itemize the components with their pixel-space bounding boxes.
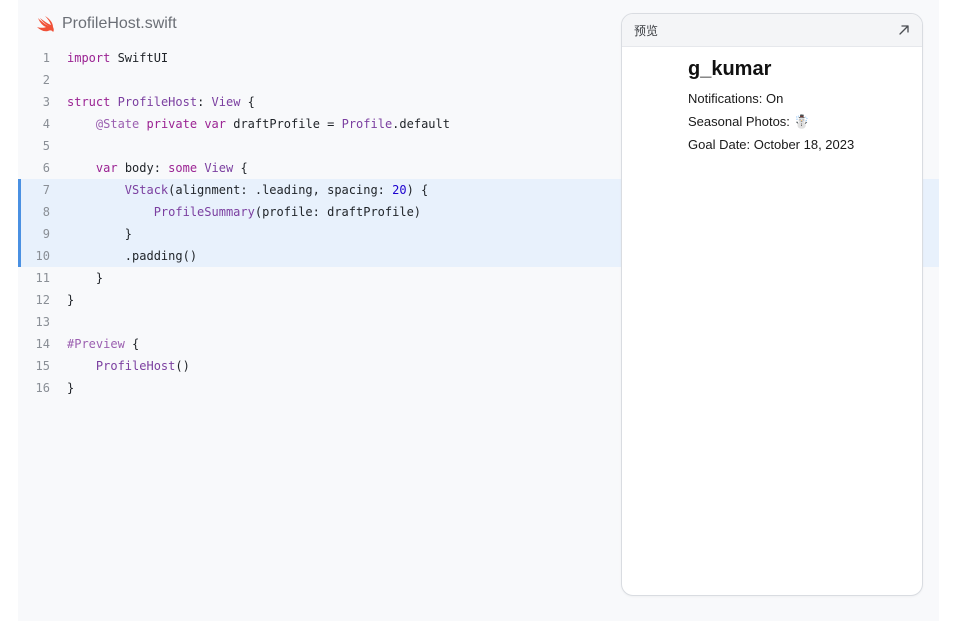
code-token: ) { xyxy=(406,183,429,197)
profile-seasonal-photos: Seasonal Photos: ☃️ xyxy=(688,114,810,129)
code-token: import xyxy=(67,51,111,65)
code-token: { xyxy=(240,95,255,109)
line-number: 6 xyxy=(42,161,50,175)
code-text[interactable]: var body: some View { xyxy=(67,157,248,179)
code-text[interactable]: ProfileSummary(profile: draftProfile) xyxy=(67,201,421,223)
code-token: () xyxy=(175,359,190,373)
code-token: SwiftUI xyxy=(110,51,169,65)
expand-arrow-icon[interactable] xyxy=(894,20,914,40)
line-number: 4 xyxy=(42,117,50,131)
code-token: body: xyxy=(117,161,169,175)
code-text[interactable]: } xyxy=(67,223,132,245)
code-token: #Preview xyxy=(67,337,125,351)
line-number: 11 xyxy=(35,271,50,285)
code-token: } xyxy=(67,293,75,307)
preview-panel: 预览 g_kumar Notifications: On Seasonal Ph… xyxy=(621,13,923,596)
code-token: 20 xyxy=(392,183,407,197)
line-number: 15 xyxy=(35,359,50,373)
line-number: 3 xyxy=(42,95,50,109)
file-header: ProfileHost.swift xyxy=(36,13,177,35)
code-text[interactable]: struct ProfileHost: View { xyxy=(67,91,255,113)
code-token: some xyxy=(168,161,198,175)
line-number: 1 xyxy=(42,51,50,65)
profile-summary: g_kumar Notifications: On Seasonal Photo… xyxy=(688,58,854,156)
code-token: private xyxy=(146,117,198,131)
line-number: 10 xyxy=(35,249,50,263)
profile-notifications: Notifications: On xyxy=(688,91,784,106)
code-token: View xyxy=(211,95,241,109)
code-text[interactable]: } xyxy=(67,289,74,311)
code-text[interactable]: #Preview { xyxy=(67,333,139,355)
code-token: (profile: draftProfile) xyxy=(254,205,422,219)
swift-logo-icon xyxy=(36,15,56,33)
line-number: 7 xyxy=(42,183,50,197)
code-token: var xyxy=(204,117,226,131)
code-text[interactable]: @State private var draftProfile = Profil… xyxy=(67,113,450,135)
line-number: 5 xyxy=(42,139,50,153)
code-token: VStack xyxy=(124,183,169,197)
line-number: 16 xyxy=(35,381,50,395)
profile-username: g_kumar xyxy=(688,58,772,80)
line-number: 8 xyxy=(42,205,50,219)
code-token: var xyxy=(95,161,118,175)
code-token: @State xyxy=(95,117,140,131)
code-token: .padding() xyxy=(67,249,198,263)
code-token: View xyxy=(204,161,234,175)
code-token: (alignment: .leading, spacing: xyxy=(168,183,393,197)
code-text[interactable]: ProfileHost() xyxy=(67,355,190,377)
code-token: .default xyxy=(392,117,450,131)
profile-goal-date: Goal Date: October 18, 2023 xyxy=(688,137,855,152)
line-number: 2 xyxy=(42,73,50,87)
line-number: 13 xyxy=(35,315,50,329)
code-text[interactable]: VStack(alignment: .leading, spacing: 20)… xyxy=(67,179,428,201)
preview-title: 预览 xyxy=(634,24,659,38)
code-token: Profile xyxy=(341,117,393,131)
code-token: ProfileHost xyxy=(117,95,198,109)
code-text[interactable]: } xyxy=(67,377,74,399)
code-token: } xyxy=(67,381,75,395)
code-token: draftProfile = xyxy=(226,117,342,131)
code-text[interactable]: } xyxy=(67,267,103,289)
code-token: } xyxy=(67,227,133,241)
code-token: : xyxy=(197,95,212,109)
code-text[interactable]: import SwiftUI xyxy=(67,47,168,69)
code-token: { xyxy=(124,337,140,351)
code-token: ProfileSummary xyxy=(153,205,255,219)
line-number: 12 xyxy=(35,293,50,307)
code-token: } xyxy=(67,271,104,285)
file-name[interactable]: ProfileHost.swift xyxy=(62,15,177,33)
code-token: struct xyxy=(67,95,111,109)
preview-header: 预览 xyxy=(622,14,922,47)
line-number: 9 xyxy=(42,227,50,241)
page: ProfileHost.swift 1 import SwiftUI 2 3 struc… xyxy=(0,0,955,621)
code-token: ProfileHost xyxy=(95,359,176,373)
line-number: 14 xyxy=(35,337,50,351)
code-text[interactable]: .padding() xyxy=(67,245,197,267)
code-token: { xyxy=(233,161,248,175)
